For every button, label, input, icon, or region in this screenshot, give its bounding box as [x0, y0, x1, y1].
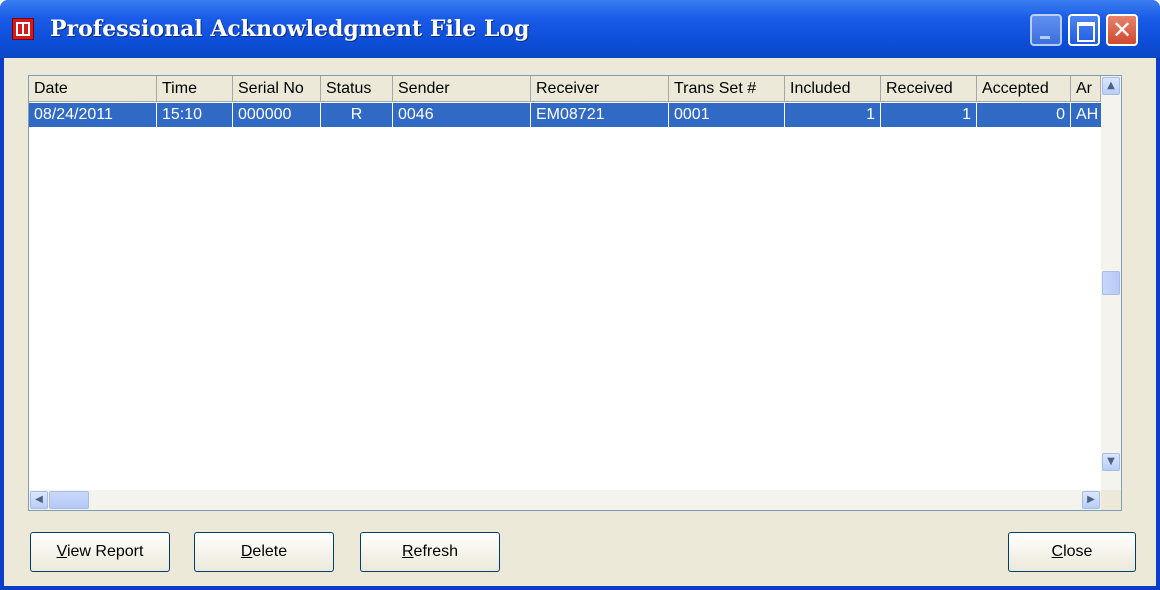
- column-header-trans-set[interactable]: Trans Set #: [669, 76, 785, 102]
- close-window-button[interactable]: ✕: [1106, 14, 1138, 46]
- scroll-left-button[interactable]: ◀: [30, 491, 48, 509]
- column-header-ar[interactable]: Ar: [1071, 76, 1101, 102]
- close-label: lose: [1063, 543, 1093, 560]
- app-icon[interactable]: [12, 18, 34, 40]
- column-header-serial-no[interactable]: Serial No: [233, 76, 321, 102]
- delete-label: elete: [252, 543, 288, 560]
- cell-trans-set: 0001: [669, 103, 785, 127]
- chevron-up-icon: ▲: [1107, 80, 1115, 91]
- cell-receiver: EM08721: [531, 103, 669, 127]
- cell-sender: 0046: [393, 103, 531, 127]
- column-header-received[interactable]: Received: [881, 76, 977, 102]
- minimize-button[interactable]: [1030, 14, 1062, 46]
- column-header-included[interactable]: Included: [785, 76, 881, 102]
- mnemonic-c: C: [1051, 543, 1064, 560]
- window: Professional Acknowledgment File Log ✕ D…: [0, 0, 1160, 590]
- cell-status: R: [321, 103, 393, 127]
- file-log-list[interactable]: Date Time Serial No Status Sender Receiv…: [28, 75, 1122, 511]
- scroll-right-button[interactable]: ▶: [1082, 491, 1100, 509]
- column-header-sender[interactable]: Sender: [393, 76, 531, 102]
- cell-serial-no: 000000: [233, 103, 321, 127]
- window-title: Professional Acknowledgment File Log: [50, 16, 530, 42]
- mnemonic-d: D: [240, 543, 253, 560]
- close-button[interactable]: Close: [1008, 532, 1136, 572]
- vertical-scroll-thumb[interactable]: [1102, 271, 1120, 295]
- horizontal-scrollbar[interactable]: ◀ ▶: [29, 490, 1101, 510]
- mnemonic-r: R: [401, 543, 414, 560]
- scroll-up-button[interactable]: ▲: [1102, 77, 1120, 95]
- cell-ar: AH: [1076, 106, 1099, 123]
- cell-time: 15:10: [157, 103, 233, 127]
- table-row[interactable]: 08/24/2011 15:10 000000 R 0046 EM08721 0…: [29, 103, 1101, 127]
- delete-button[interactable]: Delete: [194, 532, 334, 572]
- column-header-accepted[interactable]: Accepted: [977, 76, 1071, 102]
- title-bar[interactable]: Professional Acknowledgment File Log ✕: [0, 0, 1160, 58]
- scroll-down-button[interactable]: ▼: [1102, 453, 1120, 471]
- chevron-down-icon: ▼: [1107, 456, 1115, 467]
- mnemonic-v: V: [56, 543, 67, 560]
- vertical-scrollbar[interactable]: ▲ ▼: [1101, 76, 1121, 490]
- column-header-time[interactable]: Time: [157, 76, 233, 102]
- column-header-date[interactable]: Date: [29, 76, 157, 102]
- column-header-status[interactable]: Status: [321, 76, 393, 102]
- chevron-left-icon: ◀: [35, 494, 43, 505]
- scrollbar-corner: [1101, 490, 1121, 510]
- view-report-button[interactable]: View Report: [30, 532, 170, 572]
- cell-received: 1: [881, 103, 977, 127]
- close-icon: ✕: [1111, 16, 1133, 44]
- cell-included: 1: [785, 103, 881, 127]
- cell-accepted: 0: [977, 103, 1071, 127]
- list-header: Date Time Serial No Status Sender Receiv…: [29, 76, 1101, 102]
- refresh-button[interactable]: Refresh: [360, 532, 500, 572]
- horizontal-scroll-thumb[interactable]: [49, 491, 89, 509]
- client-area: Date Time Serial No Status Sender Receiv…: [4, 58, 1156, 586]
- cell-date: 08/24/2011: [29, 103, 157, 127]
- refresh-label: efresh: [413, 543, 459, 560]
- view-report-label: iew Report: [66, 543, 144, 560]
- column-header-receiver[interactable]: Receiver: [531, 76, 669, 102]
- chevron-right-icon: ▶: [1087, 494, 1095, 505]
- maximize-button[interactable]: [1068, 14, 1100, 46]
